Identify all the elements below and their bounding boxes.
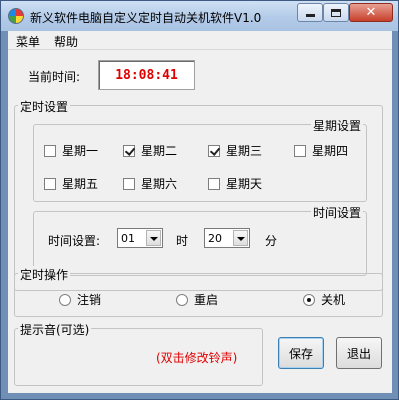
menu-bar: 菜单 帮助: [8, 31, 392, 50]
hour-unit-label: 时: [176, 234, 189, 248]
checkbox-tuesday-box[interactable]: [123, 144, 135, 157]
checkbox-thursday-box[interactable]: [294, 144, 306, 157]
checkbox-sunday-box[interactable]: [208, 177, 220, 190]
checkbox-friday-box[interactable]: [44, 177, 56, 190]
close-button[interactable]: ✕: [349, 3, 393, 22]
checkbox-wednesday[interactable]: 星期三: [208, 142, 262, 159]
current-time-label: 当前时间:: [28, 70, 81, 84]
checkbox-thursday-label: 星期四: [312, 144, 349, 158]
maximize-icon: [331, 8, 341, 17]
time-group: 时间设置 时间设置: 01 时 20 分: [33, 204, 367, 276]
checkbox-sunday-label: 星期天: [226, 177, 263, 191]
checkbox-thursday[interactable]: 星期四: [294, 142, 348, 159]
current-time-display: 18:08:41: [98, 60, 195, 90]
close-icon: ✕: [365, 5, 377, 20]
minimize-button[interactable]: [297, 3, 323, 22]
checkbox-saturday[interactable]: 星期六: [123, 175, 177, 192]
weekday-group-title: 星期设置: [310, 117, 363, 134]
hour-select[interactable]: 01: [117, 228, 163, 248]
checkbox-monday-box[interactable]: [44, 144, 56, 157]
sound-hint[interactable]: (双击修改铃声): [156, 349, 237, 366]
radio-shutdown-dot[interactable]: [303, 293, 315, 306]
maximize-button[interactable]: [323, 3, 349, 22]
checkbox-tuesday-label: 星期二: [141, 144, 178, 158]
minute-select[interactable]: 20: [204, 228, 250, 248]
minute-unit-label: 分: [265, 234, 278, 248]
checkbox-friday[interactable]: 星期五: [44, 175, 98, 192]
checkbox-saturday-label: 星期六: [141, 177, 178, 191]
checkbox-monday[interactable]: 星期一: [44, 142, 98, 159]
checkbox-monday-label: 星期一: [62, 144, 99, 158]
checkbox-wednesday-box[interactable]: [208, 144, 220, 157]
minimize-icon: [305, 14, 315, 17]
save-button[interactable]: 保存: [278, 337, 324, 369]
operation-group-title: 定时操作: [18, 266, 71, 283]
minute-dropdown-arrow-icon[interactable]: [233, 230, 248, 246]
radio-restart-label: 重启: [194, 293, 219, 307]
checkbox-friday-label: 星期五: [62, 177, 99, 191]
operation-group: 定时操作 注销 重启 关机: [14, 266, 383, 317]
app-window: 新义软件电脑自定义定时自动关机软件V1.0 ✕ 菜单 帮助 当前时间: 18:0…: [0, 0, 399, 400]
hour-select-value: 01: [121, 231, 135, 245]
radio-restart[interactable]: 重启: [176, 291, 218, 308]
schedule-group: 定时设置 星期设置 星期一 星期二 星期三 星期四 星期五 星期六 星期天 时间…: [14, 98, 383, 291]
menu-item-help[interactable]: 帮助: [54, 33, 78, 50]
radio-logoff-label: 注销: [77, 293, 102, 307]
hour-dropdown-arrow-icon[interactable]: [146, 230, 161, 246]
client-area: 菜单 帮助 当前时间: 18:08:41 定时设置 星期设置 星期一 星期二 星…: [8, 31, 392, 393]
radio-logoff-dot[interactable]: [59, 293, 71, 306]
radio-restart-dot[interactable]: [176, 293, 188, 306]
time-group-title: 时间设置: [310, 204, 363, 221]
window-title: 新义软件电脑自定义定时自动关机软件V1.0: [30, 11, 262, 25]
exit-button[interactable]: 退出: [336, 337, 382, 369]
title-bar[interactable]: 新义软件电脑自定义定时自动关机软件V1.0 ✕: [1, 1, 398, 31]
sound-group-title: 提示音(可选): [18, 321, 92, 338]
minute-select-value: 20: [208, 231, 222, 245]
weekday-group: 星期设置 星期一 星期二 星期三 星期四 星期五 星期六 星期天: [33, 117, 367, 202]
checkbox-wednesday-label: 星期三: [226, 144, 263, 158]
menu-item-menu[interactable]: 菜单: [16, 33, 40, 50]
checkbox-saturday-box[interactable]: [123, 177, 135, 190]
radio-shutdown[interactable]: 关机: [303, 291, 345, 308]
checkbox-tuesday[interactable]: 星期二: [123, 142, 177, 159]
radio-logoff[interactable]: 注销: [59, 291, 101, 308]
sound-group[interactable]: 提示音(可选) (双击修改铃声): [14, 321, 263, 386]
checkbox-sunday[interactable]: 星期天: [208, 175, 262, 192]
schedule-group-title: 定时设置: [18, 98, 71, 115]
app-logo-icon: [8, 8, 24, 24]
radio-shutdown-label: 关机: [321, 293, 346, 307]
time-setting-label: 时间设置:: [48, 234, 101, 248]
